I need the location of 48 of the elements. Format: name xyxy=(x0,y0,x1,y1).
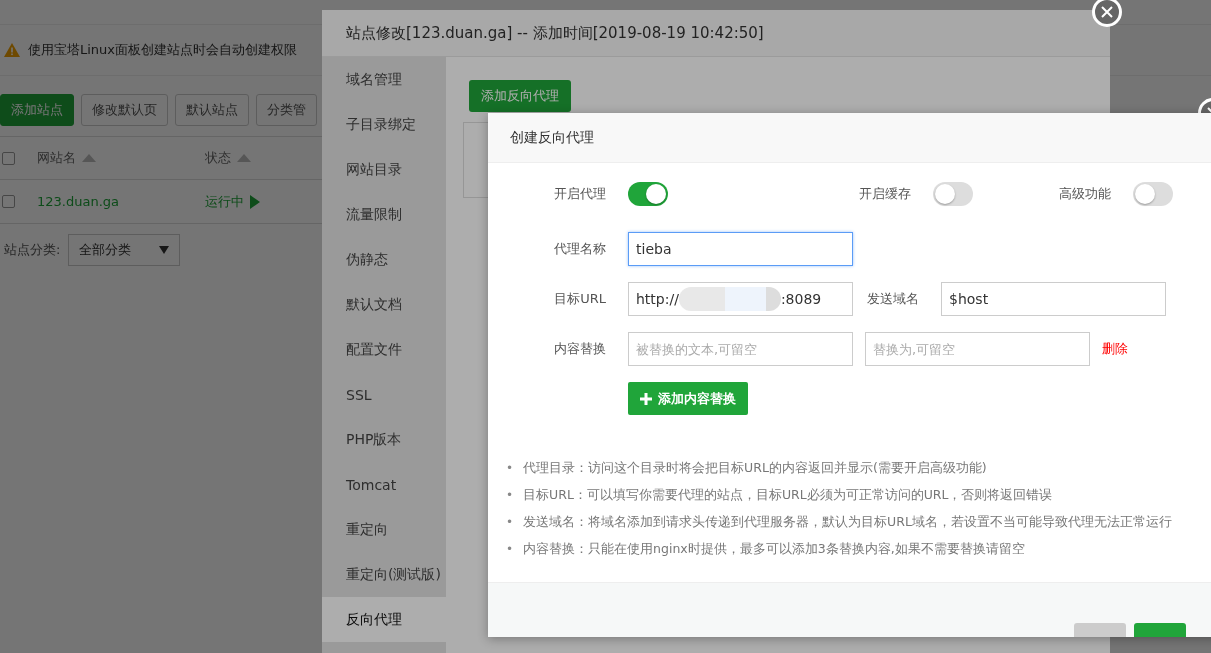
warning-icon xyxy=(4,43,20,57)
input-field[interactable]: 被替换的文本,可留空 xyxy=(628,332,853,366)
sort-icon xyxy=(82,154,96,162)
category-select[interactable]: 全部分类 xyxy=(68,234,181,266)
toggle-switch[interactable] xyxy=(628,182,668,206)
toggle-switch[interactable] xyxy=(933,182,973,206)
caret-icon xyxy=(159,246,170,254)
switch-label: 开启代理 xyxy=(553,185,607,203)
toolbar-button[interactable]: 修改默认页 xyxy=(81,94,168,126)
add-replace-button[interactable]: 添加内容替换 xyxy=(628,382,748,415)
close-icon xyxy=(1101,6,1113,18)
input-field[interactable]: $host xyxy=(941,282,1166,316)
notice-text: 使用宝塔Linux面板创建站点时会自动创建权限 xyxy=(28,41,298,59)
hint-text: 目标URL：可以填写你需要代理的站点，目标URL必须为可正常访问的URL，否则将返回错误 xyxy=(523,486,1053,504)
hint-text: 代理目录：访问这个目录时将会把目标URL的内容返回并显示(需要开启高级功能) xyxy=(523,459,987,477)
column-header[interactable]: 状态 xyxy=(205,149,231,167)
bullet: • xyxy=(506,514,514,531)
add-proxy-button[interactable]: 添加反向代理 xyxy=(469,80,571,112)
bullet: • xyxy=(506,541,514,558)
toolbar-button[interactable]: 默认站点 xyxy=(175,94,249,126)
field-label: 目标URL xyxy=(553,290,607,308)
hint-text: 发送域名：将域名添加到请求头传递到代理服务器，默认为目标URL域名，若设置不当可能导致代理无法正常运行 xyxy=(523,513,1172,531)
switch-label: 高级功能 xyxy=(1058,185,1112,203)
field-label: 发送域名 xyxy=(866,290,920,308)
dialog-title: 站点修改[123.duan.ga] -- 添加时间[2019-08-19 10:42:50] xyxy=(346,23,764,43)
hint-text: 内容替换：只能在使用nginx时提供，最多可以添加3条替换内容,如果不需要替换请留空 xyxy=(523,540,1025,558)
field-label: 内容替换 xyxy=(553,340,607,358)
play-icon xyxy=(250,194,260,209)
menu-item[interactable]: 反向代理 xyxy=(322,597,446,642)
toggle-switch[interactable] xyxy=(1133,182,1173,206)
status-text: 运行中 xyxy=(205,192,244,211)
input-field[interactable]: http:// :8089 xyxy=(628,282,853,316)
sort-icon xyxy=(237,154,251,162)
switch-label: 开启缓存 xyxy=(858,185,912,203)
delete-link[interactable]: 删除 xyxy=(1102,340,1128,358)
dialog-title: 创建反向代理 xyxy=(510,128,594,147)
category-label: 站点分类: xyxy=(4,241,61,259)
input-field[interactable]: 替换为,可留空 xyxy=(865,332,1090,366)
column-header[interactable]: 网站名 xyxy=(37,149,76,167)
toolbar-button[interactable]: 分类管 xyxy=(256,94,317,126)
bullet: • xyxy=(506,460,514,477)
plus-icon xyxy=(640,392,652,405)
bullet: • xyxy=(506,487,514,504)
select-all-checkbox[interactable] xyxy=(2,151,15,165)
input-field[interactable]: tieba xyxy=(628,232,853,266)
field-label: 代理名称 xyxy=(553,240,607,258)
row-checkbox[interactable] xyxy=(2,195,15,208)
close-button[interactable] xyxy=(1092,0,1122,27)
